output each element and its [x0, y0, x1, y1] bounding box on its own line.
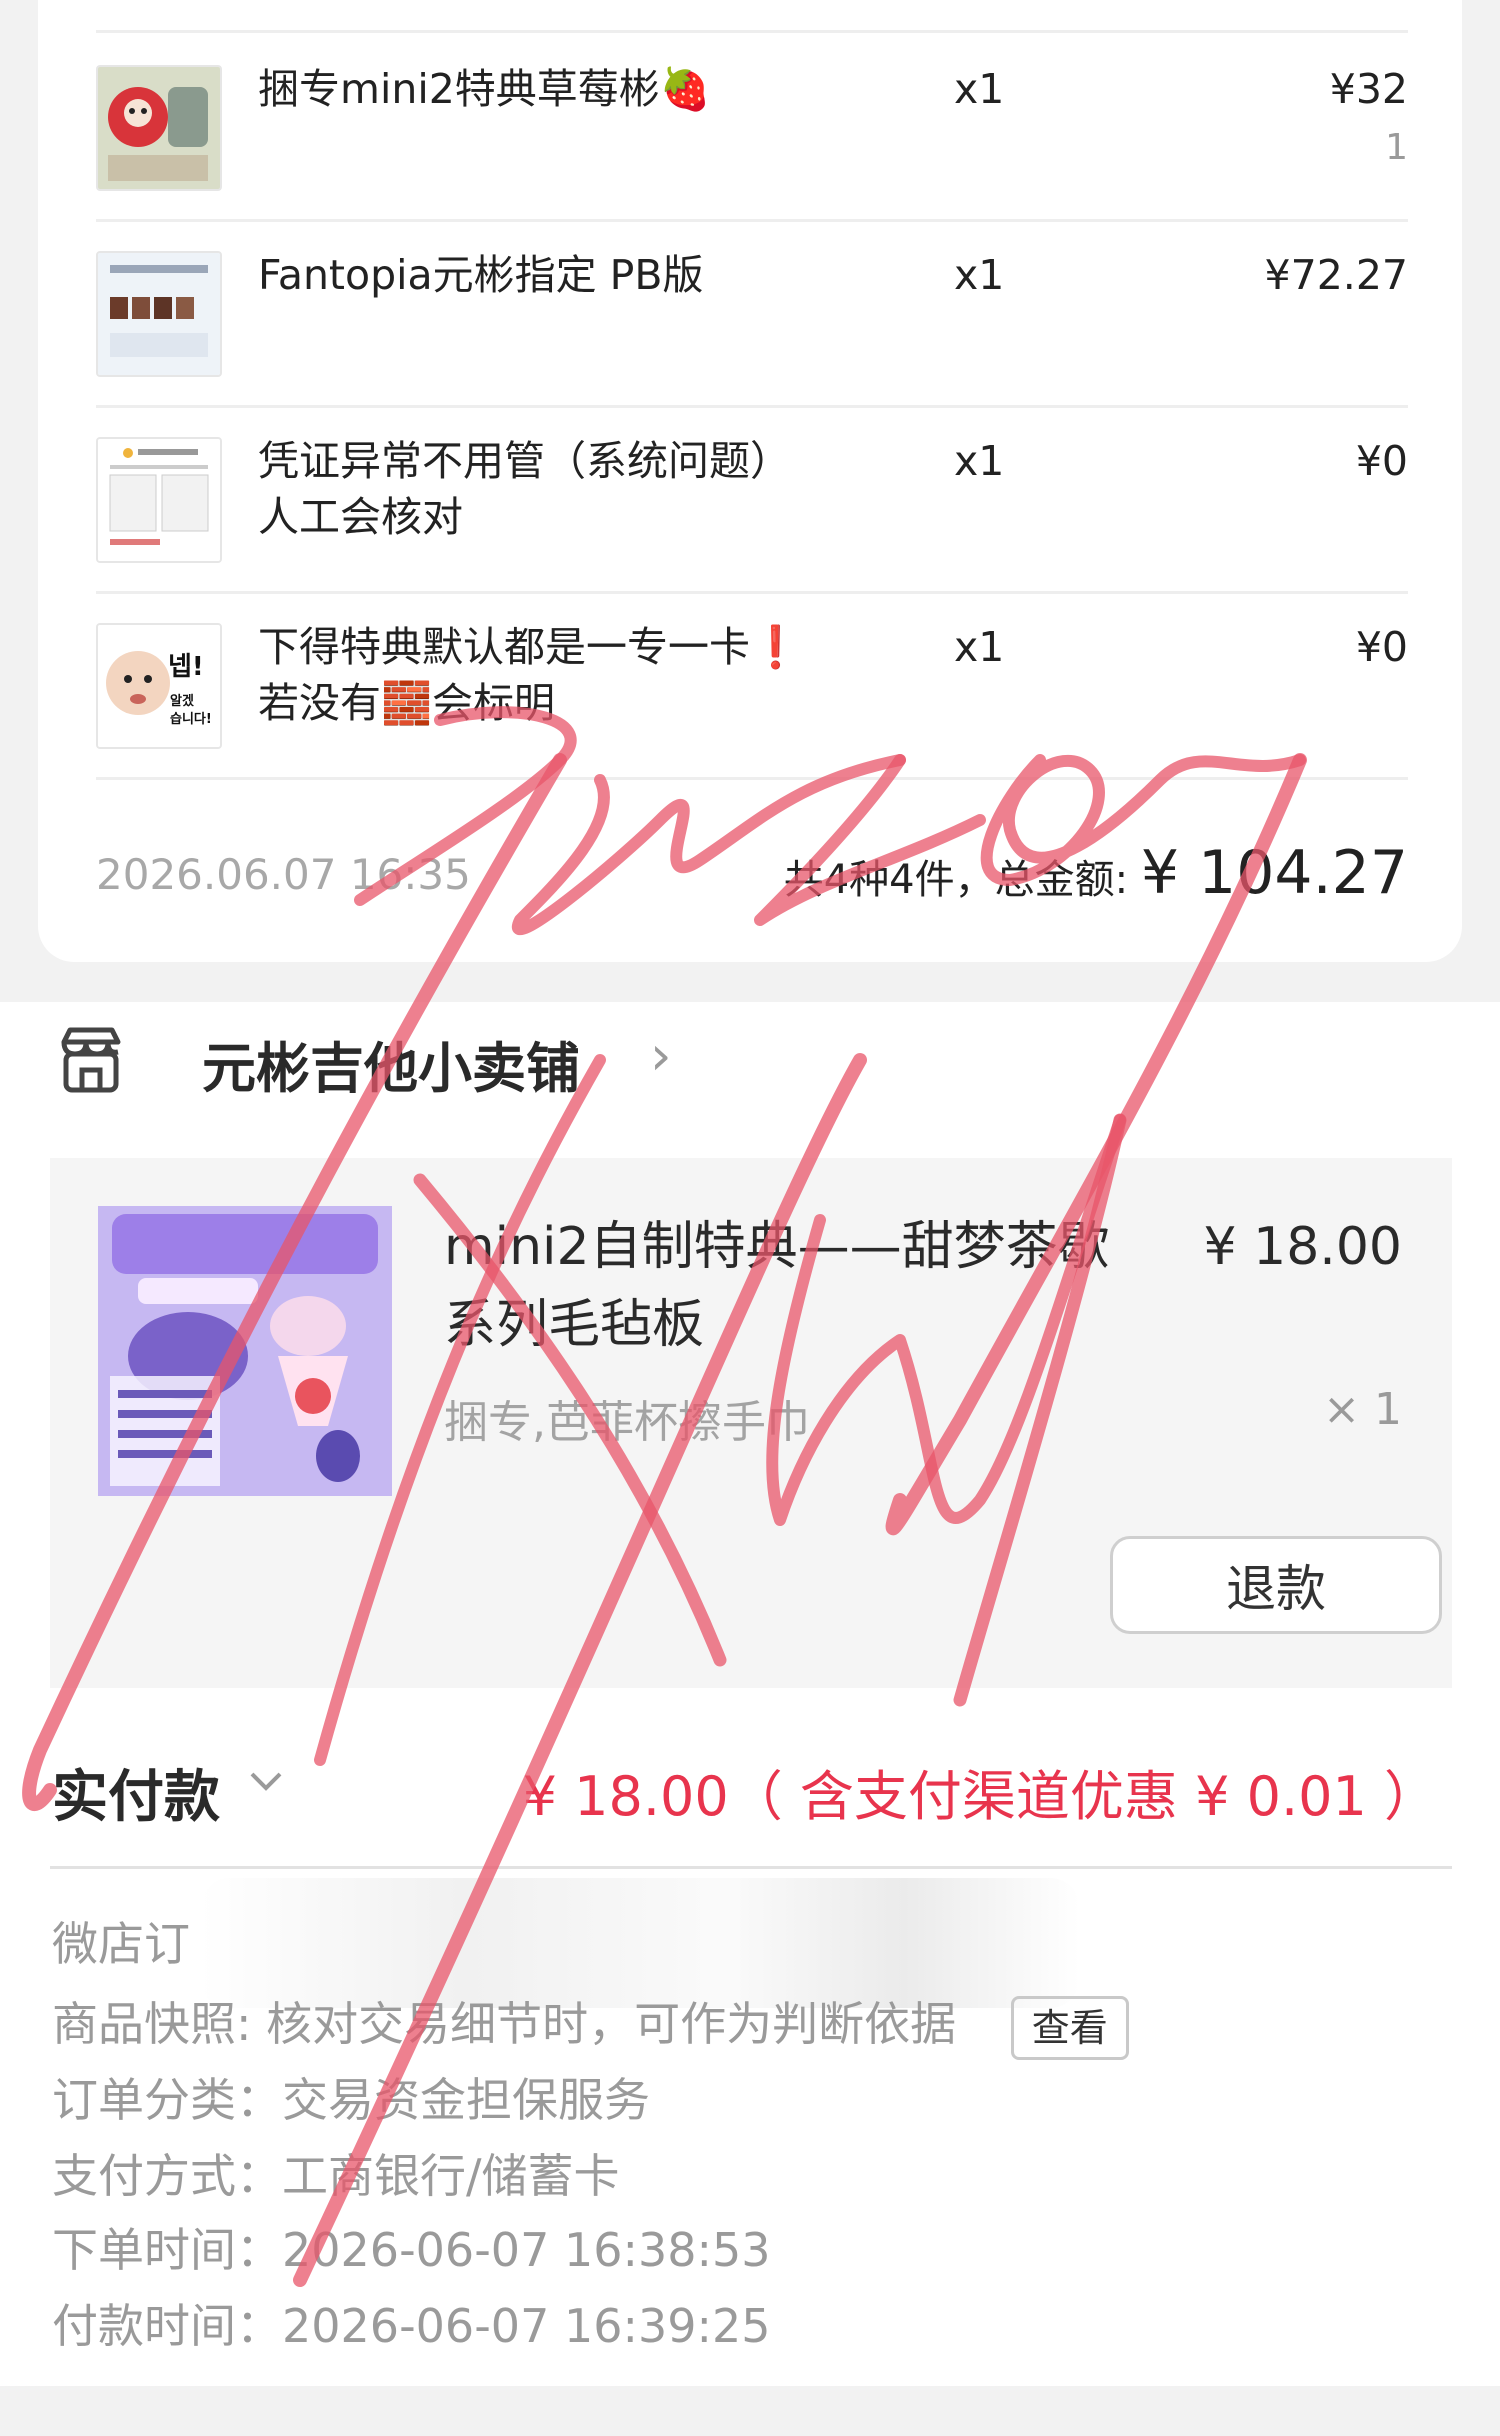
svg-text:알겠: 알겠 [170, 693, 194, 709]
order-number-label: 微店订 [52, 1917, 190, 1971]
chevron-right-icon: › [650, 1024, 672, 1087]
order-time-row: 下单时间：2026-06-07 16:38:53 [52, 2214, 771, 2280]
shop-icon [56, 1024, 126, 1096]
product-title: mini2自制特典——甜梦茶歇系列毛毡板 [444, 1217, 1110, 1355]
bottom-bar [0, 2386, 1500, 2436]
shop-order-section: 元彬吉他小卖铺 › mini2自制特典——甜梦茶歇系列毛毡板 ¥ 18.00 捆… [0, 1002, 1500, 2436]
order-time-label: 下单时间： [52, 2223, 282, 2277]
shop-name: 元彬吉他小卖铺 [202, 1037, 580, 1100]
item-thumbnail [96, 437, 222, 563]
product-image [98, 1206, 392, 1496]
item-quantity: x1 [954, 623, 1005, 671]
order-category-row: 订单分类：交易资金担保服务 [52, 2064, 650, 2130]
svg-text:넵!: 넵! [168, 652, 204, 682]
chevron-down-icon [246, 1752, 286, 1823]
item-thumbnail: 넵! 알겠 습니다! [96, 623, 222, 749]
order-time-value: 2026-06-07 16:38:53 [282, 2223, 771, 2277]
order-category-value: 交易资金担保服务 [282, 2073, 650, 2127]
item-thumbnail [96, 65, 222, 191]
item-quantity: x1 [954, 437, 1005, 485]
item-name: Fantopia元彬指定 PB版 [258, 251, 704, 299]
shop-header[interactable]: 元彬吉他小卖铺 › [0, 1002, 1500, 1122]
order-total-prefix: 共4种4件，总金额: [783, 857, 1141, 903]
item-quantity: x1 [954, 251, 1005, 299]
payment-method-label: 支付方式： [52, 2149, 282, 2203]
item-price: ¥32 [1329, 65, 1408, 113]
payment-time-label: 付款时间： [52, 2299, 282, 2353]
snapshot-row: 商品快照: 核对交易细节时，可作为判断依据 查看 [52, 1988, 1129, 2060]
order-number-row: 微店订 [52, 1908, 190, 1974]
item-name: 凭证异常不用管（系统问题）人工会核对 [258, 437, 791, 541]
order-item-row[interactable]: 넵! 알겠 습니다! 下得特典默认都是一专一卡❗若没有🧱会标明 x1 ¥0 [96, 591, 1408, 780]
divider [50, 1866, 1452, 1869]
item-price: ¥72.27 [1264, 251, 1408, 299]
paid-amount-row[interactable]: 实付款 ¥ 18.00（ 含支付渠道优惠 ¥ 0.01 ） [0, 1722, 1500, 1852]
payment-method-value: 工商银行/储蓄卡 [282, 2149, 620, 2203]
payment-time-value: 2026-06-07 16:39:25 [282, 2299, 771, 2353]
item-price: ¥0 [1355, 623, 1408, 671]
payment-time-row: 付款时间：2026-06-07 16:39:25 [52, 2290, 771, 2356]
order-timestamp: 2026.06.07 16:35 [96, 850, 471, 899]
svg-text:습니다!: 습니다! [170, 711, 212, 727]
order-total: 共4种4件，总金额: ¥ 104.27 [784, 838, 1408, 908]
item-price: ¥0 [1355, 437, 1408, 485]
view-snapshot-button[interactable]: 查看 [1010, 1995, 1129, 2060]
refund-button[interactable]: 退款 [1110, 1536, 1442, 1634]
item-name: 下得特典默认都是一专一卡❗若没有🧱会标明 [258, 623, 802, 727]
item-name: 捆专mini2特典草莓彬🍓 [258, 65, 711, 113]
paid-label: 实付款 [52, 1765, 220, 1830]
product-spec: 捆专,芭菲杯擦手巾 [444, 1397, 810, 1448]
order-item-row[interactable]: Fantopia元彬指定 PB版 x1 ¥72.27 [96, 219, 1408, 408]
order-total-amount: ¥ 104.27 [1140, 838, 1408, 908]
order-item-row[interactable]: 捆专mini2特典草莓彬🍓 x1 ¥32 1 [96, 33, 1408, 222]
snapshot-label: 商品快照: [52, 1997, 252, 2051]
order-category-label: 订单分类： [52, 2073, 282, 2127]
product-price: ¥ 18.00 [1203, 1217, 1402, 1277]
product-quantity: × 1 [1323, 1384, 1402, 1435]
item-quantity: x1 [954, 65, 1005, 113]
product-card[interactable]: mini2自制特典——甜梦茶歇系列毛毡板 ¥ 18.00 捆专,芭菲杯擦手巾 ×… [50, 1158, 1452, 1688]
item-thumbnail [96, 251, 222, 377]
snapshot-value: 核对交易细节时，可作为判断依据 [266, 1997, 957, 2051]
payment-method-row: 支付方式：工商银行/储蓄卡 [52, 2140, 620, 2206]
order-item-row[interactable]: 凭证异常不用管（系统问题）人工会核对 x1 ¥0 [96, 405, 1408, 594]
paid-amount: ¥ 18.00（ 含支付渠道优惠 ¥ 0.01 ） [522, 1765, 1438, 1828]
item-price-sub: 1 [1385, 127, 1408, 168]
